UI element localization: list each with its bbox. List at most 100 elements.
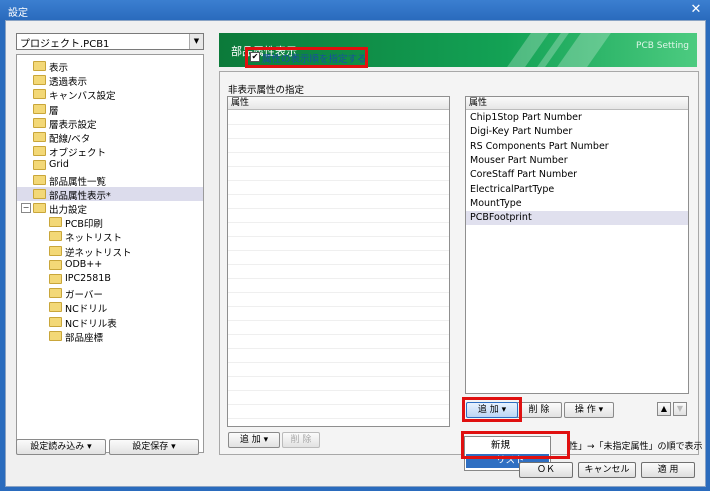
- tree-item-label: 層: [49, 105, 59, 117]
- move-down-icon[interactable]: ▼: [673, 402, 687, 416]
- hidden-add-button[interactable]: 追 加 ▾: [228, 432, 280, 448]
- settings-tree: 表示透過表示 キャンバス設定層層表示設定配線/ベタオブジェクト Grid 部品属性一覧…: [16, 54, 204, 453]
- tree-item[interactable]: キャンバス設定: [17, 87, 203, 102]
- folder-icon: [33, 75, 46, 86]
- tree-item-label: NCドリル: [65, 304, 108, 316]
- tree-item-label: ネットリスト: [65, 233, 123, 245]
- display-attr-item[interactable]: MountType: [466, 197, 688, 211]
- folder-icon: [49, 302, 62, 313]
- tree-item[interactable]: 部品属性一覧: [17, 173, 203, 188]
- folder-icon: [33, 146, 46, 157]
- tree-item[interactable]: 透過表示: [17, 73, 203, 89]
- project-select[interactable]: プロジェクト.PCB1 ▼: [16, 33, 204, 50]
- tree-item-label: 部品属性表示*: [49, 190, 111, 202]
- tree-item-label: ODB++: [65, 258, 103, 270]
- tree-item[interactable]: NCドリル表: [17, 315, 203, 330]
- row-divider: [228, 306, 449, 307]
- folder-icon: [33, 61, 46, 71]
- folder-icon: [49, 231, 62, 242]
- tree-item[interactable]: PCB印刷: [17, 215, 203, 230]
- ok-button[interactable]: ＯＫ: [519, 462, 573, 478]
- display-attr-item[interactable]: Digi-Key Part Number: [466, 125, 688, 139]
- folder-icon: [49, 288, 62, 299]
- folder-icon: [49, 316, 62, 327]
- save-settings-button[interactable]: 設定保存 ▾: [109, 439, 199, 455]
- tree-item-label: オブジェクト: [49, 148, 107, 160]
- tree-item-label: 部品属性一覧: [49, 176, 107, 188]
- display-attr-item[interactable]: Mouser Part Number: [466, 154, 688, 168]
- tree-item[interactable]: 層: [17, 102, 203, 117]
- tree-item-label: 層表示設定: [49, 119, 97, 131]
- row-divider: [228, 376, 449, 377]
- collapse-icon[interactable]: −: [21, 203, 31, 213]
- folder-icon: [33, 203, 46, 213]
- tree-item[interactable]: NCドリル: [17, 300, 203, 316]
- folder-icon: [33, 117, 46, 128]
- row-divider: [228, 222, 449, 223]
- tree-item-label: 配線/ベタ: [49, 134, 91, 145]
- tree-item-label: 透過表示: [49, 77, 88, 89]
- row-divider: [228, 166, 449, 167]
- folder-icon: [49, 274, 62, 284]
- hidden-attrs-column-header: 属性: [228, 97, 449, 110]
- display-attr-item[interactable]: RS Components Part Number: [466, 140, 688, 154]
- dialog-client: プロジェクト.PCB1 ▼ 表示透過表示 キャンバス設定層層表示設定配線/ベタオブ…: [5, 20, 706, 487]
- tree-item-label: 出力設定: [49, 205, 88, 216]
- row-divider: [228, 264, 449, 265]
- folder-icon: [33, 188, 46, 199]
- highlight-box: [462, 397, 522, 422]
- highlight-box: [461, 431, 570, 459]
- highlight-box: [245, 47, 368, 68]
- row-divider: [228, 208, 449, 209]
- tree-item[interactable]: 部品座標: [17, 329, 203, 344]
- row-divider: [228, 418, 449, 419]
- display-attrs-list[interactable]: 属性 Chip1Stop Part Number Digi-Key Part Nu…: [465, 96, 689, 394]
- tree-item[interactable]: ODB++: [17, 258, 203, 272]
- hidden-attrs-title: 非表示属性の指定: [228, 85, 305, 96]
- row-divider: [228, 390, 449, 391]
- move-up-icon[interactable]: ▲: [657, 402, 671, 416]
- display-attr-item[interactable]: CoreStaff Part Number: [466, 168, 688, 182]
- folder-icon: [33, 89, 46, 100]
- tree-item[interactable]: ネットリスト: [17, 229, 203, 245]
- display-delete-button[interactable]: 削 除: [516, 402, 562, 418]
- window-title: 設定: [8, 8, 28, 19]
- row-divider: [228, 348, 449, 349]
- display-attr-item[interactable]: PCBFootprint: [466, 211, 688, 226]
- row-divider: [228, 334, 449, 335]
- folder-icon: [49, 259, 62, 270]
- tree-item[interactable]: Grid: [17, 158, 203, 172]
- close-icon[interactable]: ✕: [688, 2, 704, 18]
- display-operate-button[interactable]: 操 作 ▾: [564, 402, 614, 418]
- folder-icon: [49, 330, 62, 341]
- tree-item[interactable]: オブジェクト: [17, 144, 203, 160]
- row-divider: [228, 320, 449, 321]
- tree-item[interactable]: IPC2581B: [17, 272, 203, 286]
- display-attr-item[interactable]: Chip1Stop Part Number: [466, 111, 688, 125]
- project-select-value: プロジェクト.PCB1: [20, 39, 110, 50]
- tree-item-label: ガーバー: [65, 290, 103, 302]
- attribute-panel: 非表示属性の指定 属性 追 加 ▾ 削 除 属性 Chip1Stop Part …: [219, 71, 699, 455]
- tree-item[interactable]: 逆ネットリスト: [17, 244, 203, 259]
- row-divider: [228, 194, 449, 195]
- tree-item[interactable]: 部品属性表示*: [17, 186, 203, 202]
- tree-item[interactable]: 層表示設定: [17, 116, 203, 131]
- load-settings-button[interactable]: 設定読み込み ▾: [16, 439, 106, 455]
- apply-button[interactable]: 適 用: [641, 462, 695, 478]
- folder-icon: [33, 174, 46, 185]
- tree-item[interactable]: − 出力設定: [17, 201, 203, 216]
- tree-item-label: IPC2581B: [65, 273, 111, 284]
- chevron-down-icon[interactable]: ▼: [189, 34, 203, 49]
- folder-icon: [33, 103, 46, 114]
- tree-item-label: Grid: [49, 159, 69, 171]
- tree-item[interactable]: ガーバー: [17, 286, 203, 302]
- row-divider: [228, 278, 449, 279]
- hidden-delete-button[interactable]: 削 除: [282, 432, 320, 448]
- display-attr-item[interactable]: ElectricalPartType: [466, 183, 688, 197]
- tree-item[interactable]: 表示: [17, 59, 203, 74]
- tree-item-label: 逆ネットリスト: [65, 247, 132, 259]
- cancel-button[interactable]: キャンセル: [578, 462, 636, 478]
- hidden-attrs-list[interactable]: 属性: [227, 96, 450, 427]
- tree-item-label: 部品座標: [65, 332, 104, 344]
- tree-item[interactable]: 配線/ベタ: [17, 130, 203, 145]
